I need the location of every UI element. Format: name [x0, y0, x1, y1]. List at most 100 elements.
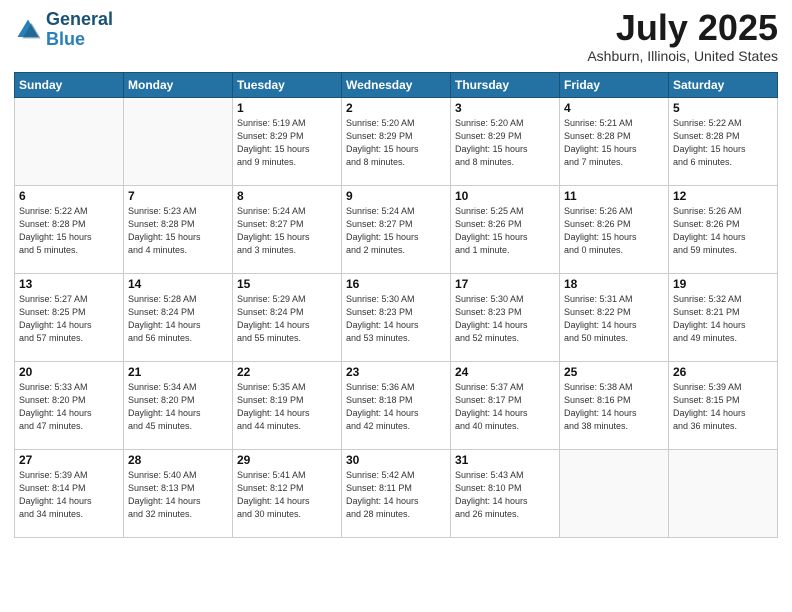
- day-cell: 19 Sunrise: 5:32 AM Sunset: 8:21 PM Dayli…: [669, 274, 778, 362]
- day-number: 15: [237, 277, 337, 291]
- week-row-1: 6 Sunrise: 5:22 AM Sunset: 8:28 PM Daylig…: [15, 186, 778, 274]
- day-info: Sunrise: 5:26 AM Sunset: 8:26 PM Dayligh…: [673, 205, 773, 257]
- day-info: Sunrise: 5:30 AM Sunset: 8:23 PM Dayligh…: [346, 293, 446, 345]
- day-info: Sunrise: 5:33 AM Sunset: 8:20 PM Dayligh…: [19, 381, 119, 433]
- day-info: Sunrise: 5:24 AM Sunset: 8:27 PM Dayligh…: [237, 205, 337, 257]
- day-number: 20: [19, 365, 119, 379]
- weekday-tuesday: Tuesday: [233, 73, 342, 98]
- week-row-0: 1 Sunrise: 5:19 AM Sunset: 8:29 PM Daylig…: [15, 98, 778, 186]
- weekday-monday: Monday: [124, 73, 233, 98]
- day-cell: 1 Sunrise: 5:19 AM Sunset: 8:29 PM Daylig…: [233, 98, 342, 186]
- day-number: 8: [237, 189, 337, 203]
- day-info: Sunrise: 5:22 AM Sunset: 8:28 PM Dayligh…: [19, 205, 119, 257]
- logo: General Blue: [14, 10, 113, 50]
- day-cell: 5 Sunrise: 5:22 AM Sunset: 8:28 PM Daylig…: [669, 98, 778, 186]
- day-info: Sunrise: 5:23 AM Sunset: 8:28 PM Dayligh…: [128, 205, 228, 257]
- day-number: 1: [237, 101, 337, 115]
- day-cell: [669, 450, 778, 538]
- day-info: Sunrise: 5:29 AM Sunset: 8:24 PM Dayligh…: [237, 293, 337, 345]
- day-number: 19: [673, 277, 773, 291]
- day-cell: 28Sunrise: 5:40 AM Sunset: 8:13 PM Dayli…: [124, 450, 233, 538]
- day-cell: 26 Sunrise: 5:39 AM Sunset: 8:15 PM Dayli…: [669, 362, 778, 450]
- day-number: 6: [19, 189, 119, 203]
- day-number: 16: [346, 277, 446, 291]
- day-info: Sunrise: 5:24 AM Sunset: 8:27 PM Dayligh…: [346, 205, 446, 257]
- day-info: Sunrise: 5:36 AM Sunset: 8:18 PM Dayligh…: [346, 381, 446, 433]
- weekday-sunday: Sunday: [15, 73, 124, 98]
- day-number: 26: [673, 365, 773, 379]
- day-cell: 2 Sunrise: 5:20 AM Sunset: 8:29 PM Daylig…: [342, 98, 451, 186]
- day-cell: 20 Sunrise: 5:33 AM Sunset: 8:20 PM Dayli…: [15, 362, 124, 450]
- day-info: Sunrise: 5:27 AM Sunset: 8:25 PM Dayligh…: [19, 293, 119, 345]
- day-info: Sunrise: 5:20 AM Sunset: 8:29 PM Dayligh…: [346, 117, 446, 169]
- day-number: 11: [564, 189, 664, 203]
- day-info: Sunrise: 5:21 AM Sunset: 8:28 PM Dayligh…: [564, 117, 664, 169]
- day-number: 29: [237, 453, 337, 467]
- day-cell: 6 Sunrise: 5:22 AM Sunset: 8:28 PM Daylig…: [15, 186, 124, 274]
- weekday-saturday: Saturday: [669, 73, 778, 98]
- day-number: 10: [455, 189, 555, 203]
- day-cell: 11Sunrise: 5:26 AM Sunset: 8:26 PM Dayli…: [560, 186, 669, 274]
- day-info: Sunrise: 5:30 AM Sunset: 8:23 PM Dayligh…: [455, 293, 555, 345]
- day-cell: 27 Sunrise: 5:39 AM Sunset: 8:14 PM Dayli…: [15, 450, 124, 538]
- day-number: 14: [128, 277, 228, 291]
- day-info: Sunrise: 5:28 AM Sunset: 8:24 PM Dayligh…: [128, 293, 228, 345]
- day-info: Sunrise: 5:19 AM Sunset: 8:29 PM Dayligh…: [237, 117, 337, 169]
- day-info: Sunrise: 5:43 AM Sunset: 8:10 PM Dayligh…: [455, 469, 555, 521]
- day-number: 3: [455, 101, 555, 115]
- day-number: 27: [19, 453, 119, 467]
- day-number: 13: [19, 277, 119, 291]
- day-number: 21: [128, 365, 228, 379]
- day-cell: 25Sunrise: 5:38 AM Sunset: 8:16 PM Dayli…: [560, 362, 669, 450]
- day-info: Sunrise: 5:25 AM Sunset: 8:26 PM Dayligh…: [455, 205, 555, 257]
- day-info: Sunrise: 5:42 AM Sunset: 8:11 PM Dayligh…: [346, 469, 446, 521]
- day-cell: 9Sunrise: 5:24 AM Sunset: 8:27 PM Daylig…: [342, 186, 451, 274]
- weekday-friday: Friday: [560, 73, 669, 98]
- logo-line2: Blue: [46, 29, 85, 49]
- day-number: 5: [673, 101, 773, 115]
- location-subtitle: Ashburn, Illinois, United States: [587, 48, 778, 64]
- day-cell: [124, 98, 233, 186]
- logo-text: General Blue: [46, 10, 113, 50]
- month-title: July 2025: [587, 10, 778, 46]
- day-info: Sunrise: 5:20 AM Sunset: 8:29 PM Dayligh…: [455, 117, 555, 169]
- day-cell: [15, 98, 124, 186]
- day-info: Sunrise: 5:41 AM Sunset: 8:12 PM Dayligh…: [237, 469, 337, 521]
- day-number: 25: [564, 365, 664, 379]
- day-number: 30: [346, 453, 446, 467]
- logo-icon: [14, 16, 42, 44]
- header: General Blue July 2025 Ashburn, Illinois…: [14, 10, 778, 64]
- day-cell: 29 Sunrise: 5:41 AM Sunset: 8:12 PM Dayli…: [233, 450, 342, 538]
- day-cell: 12Sunrise: 5:26 AM Sunset: 8:26 PM Dayli…: [669, 186, 778, 274]
- day-info: Sunrise: 5:35 AM Sunset: 8:19 PM Dayligh…: [237, 381, 337, 433]
- day-number: 28: [128, 453, 228, 467]
- day-cell: 16 Sunrise: 5:30 AM Sunset: 8:23 PM Dayli…: [342, 274, 451, 362]
- day-info: Sunrise: 5:39 AM Sunset: 8:15 PM Dayligh…: [673, 381, 773, 433]
- day-info: Sunrise: 5:22 AM Sunset: 8:28 PM Dayligh…: [673, 117, 773, 169]
- day-cell: 13 Sunrise: 5:27 AM Sunset: 8:25 PM Dayli…: [15, 274, 124, 362]
- day-info: Sunrise: 5:39 AM Sunset: 8:14 PM Dayligh…: [19, 469, 119, 521]
- week-row-2: 13 Sunrise: 5:27 AM Sunset: 8:25 PM Dayli…: [15, 274, 778, 362]
- day-number: 23: [346, 365, 446, 379]
- week-row-3: 20 Sunrise: 5:33 AM Sunset: 8:20 PM Dayli…: [15, 362, 778, 450]
- weekday-wednesday: Wednesday: [342, 73, 451, 98]
- day-info: Sunrise: 5:37 AM Sunset: 8:17 PM Dayligh…: [455, 381, 555, 433]
- day-number: 22: [237, 365, 337, 379]
- day-cell: 8 Sunrise: 5:24 AM Sunset: 8:27 PM Daylig…: [233, 186, 342, 274]
- day-cell: 30 Sunrise: 5:42 AM Sunset: 8:11 PM Dayli…: [342, 450, 451, 538]
- logo-line1: General: [46, 10, 113, 30]
- day-cell: 23 Sunrise: 5:36 AM Sunset: 8:18 PM Dayli…: [342, 362, 451, 450]
- week-row-4: 27 Sunrise: 5:39 AM Sunset: 8:14 PM Dayli…: [15, 450, 778, 538]
- day-info: Sunrise: 5:32 AM Sunset: 8:21 PM Dayligh…: [673, 293, 773, 345]
- day-cell: 15 Sunrise: 5:29 AM Sunset: 8:24 PM Dayli…: [233, 274, 342, 362]
- weekday-thursday: Thursday: [451, 73, 560, 98]
- day-number: 24: [455, 365, 555, 379]
- title-block: July 2025 Ashburn, Illinois, United Stat…: [587, 10, 778, 64]
- calendar: SundayMondayTuesdayWednesdayThursdayFrid…: [14, 72, 778, 538]
- weekday-header-row: SundayMondayTuesdayWednesdayThursdayFrid…: [15, 73, 778, 98]
- day-number: 7: [128, 189, 228, 203]
- day-cell: 31Sunrise: 5:43 AM Sunset: 8:10 PM Dayli…: [451, 450, 560, 538]
- day-number: 18: [564, 277, 664, 291]
- day-cell: 24 Sunrise: 5:37 AM Sunset: 8:17 PM Dayli…: [451, 362, 560, 450]
- day-number: 2: [346, 101, 446, 115]
